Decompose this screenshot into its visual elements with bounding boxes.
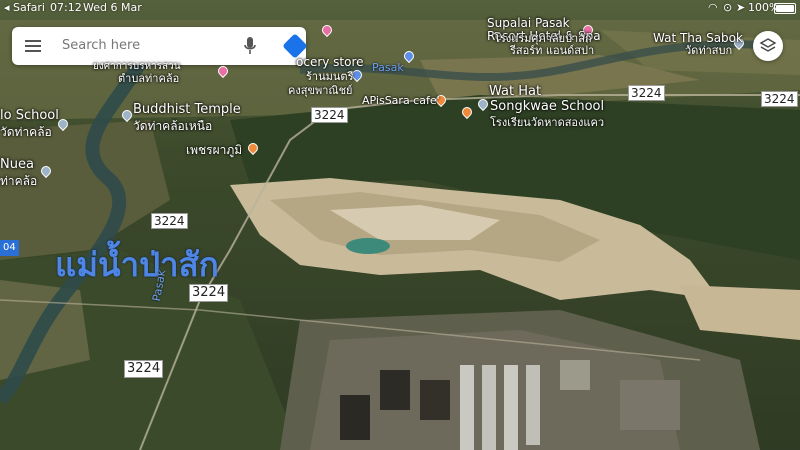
place-label[interactable]: Nuea [0, 157, 34, 172]
place-label[interactable]: ocery store [296, 55, 364, 69]
location-icon: ➤ [736, 1, 746, 14]
place-label-th[interactable]: เพชรผาภูมิ [186, 143, 242, 157]
place-label-th[interactable]: วัดท่าคล้อ [0, 125, 52, 139]
mic-icon[interactable] [243, 36, 257, 56]
search-input[interactable]: Search here [62, 38, 140, 53]
battery-icon [774, 3, 796, 14]
road-shield: 3224 [151, 213, 188, 229]
place-label-th[interactable]: โรงเรียนวัดหาดสองแคว [490, 116, 604, 130]
road-shield: 3224 [124, 360, 164, 378]
place-label-th[interactable]: ตำบลท่าคล้อ [118, 72, 179, 86]
place-label-th[interactable]: รีสอร์ท แอนด์สปา [510, 44, 594, 58]
status-date: Wed 6 Mar [83, 1, 142, 14]
place-label[interactable]: Supalai Pasak [487, 16, 570, 30]
back-to-safari[interactable]: ◂ Safari [4, 1, 45, 14]
place-label[interactable]: Wat Tha Sabok [653, 31, 743, 45]
place-label[interactable]: Songkwae School [490, 99, 604, 114]
place-label-th[interactable]: วัดท่าสบก [685, 44, 732, 58]
place-label[interactable]: APisSara cafe' [362, 94, 440, 108]
status-time: 07:12 [50, 1, 82, 14]
route-shield: 04 [0, 240, 19, 256]
wifi-icon: ◠ [708, 1, 718, 14]
place-label-th[interactable]: ท่าคล้อ [0, 174, 37, 188]
place-label-th[interactable]: ร้านมนตรี [306, 70, 353, 84]
place-label[interactable]: Wat Hat [489, 84, 541, 99]
orientation-lock-icon: ⊙ [723, 1, 733, 14]
place-label-th[interactable]: คงสุขพาณิชย์ [288, 84, 353, 98]
place-label-th[interactable]: วัดท่าคล้อเหนือ [133, 119, 212, 133]
layers-button[interactable] [753, 31, 783, 61]
road-shield: 3224 [311, 107, 348, 123]
road-shield: 3224 [761, 91, 798, 107]
road-shield: 3224 [628, 85, 665, 101]
place-label[interactable]: lo School [0, 108, 59, 123]
place-label[interactable]: Buddhist Temple [133, 102, 241, 117]
menu-icon[interactable] [25, 40, 41, 52]
river-label-small: Pasak [372, 61, 404, 74]
layers-icon [759, 38, 777, 52]
road-shield: 3224 [189, 284, 229, 302]
status-bar: ◂ Safari 07:12 Wed 6 Mar ◠ ⊙ ➤ 100% [0, 0, 800, 16]
